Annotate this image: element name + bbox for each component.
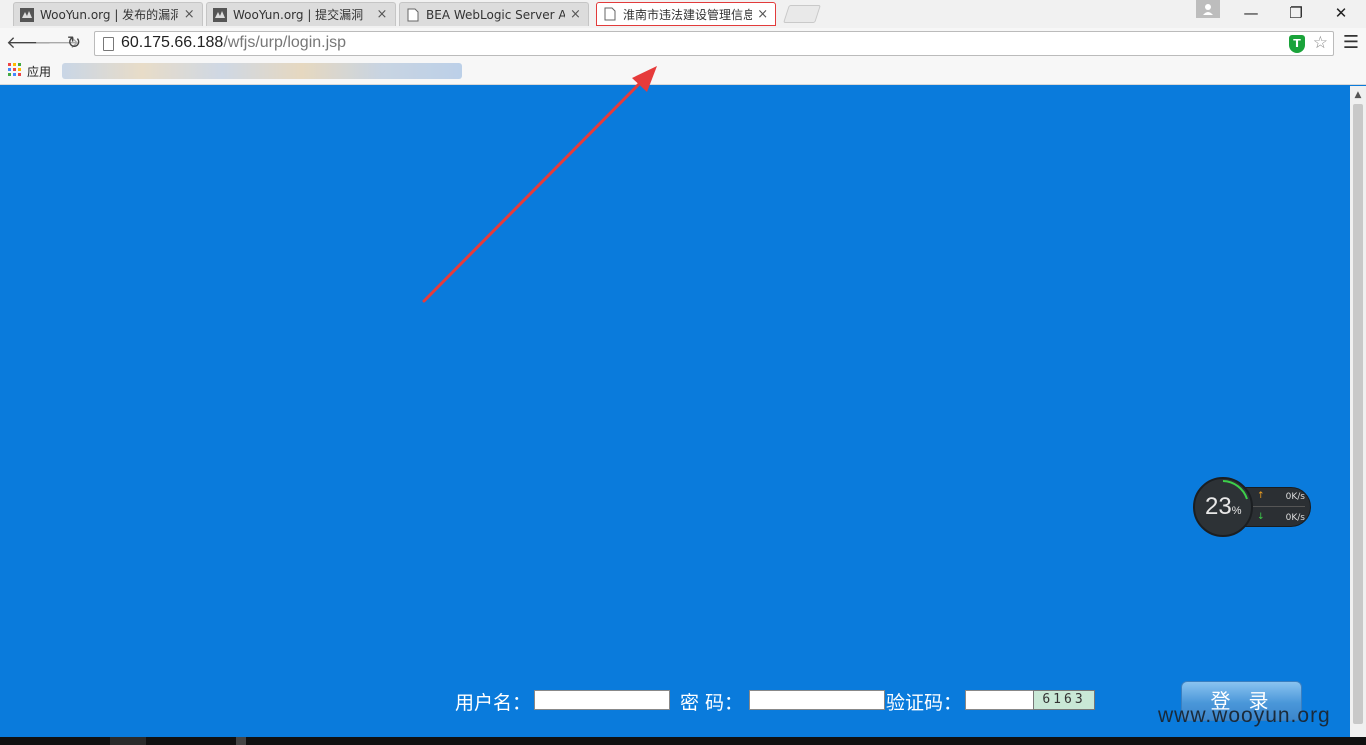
tab-close-icon[interactable]: × [182, 7, 196, 22]
tab-close-icon[interactable]: × [569, 7, 582, 22]
rate-divider [1253, 506, 1305, 507]
download-arrow-icon: ↓ [1257, 512, 1265, 522]
upload-rate: 0K/s [1285, 492, 1305, 502]
tab-huainan-active[interactable]: 淮南市违法建设管理信息系 × [596, 2, 776, 26]
percent-unit: % [1231, 505, 1242, 517]
tab-weblogic[interactable]: BEA WebLogic Server Ad × [399, 2, 589, 26]
tab-wooyun-published[interactable]: WooYun.org | 发布的漏洞 × [13, 2, 203, 26]
close-window-button[interactable]: ✕ [1318, 0, 1364, 26]
blurred-bookmarks [62, 63, 462, 79]
wooyun-favicon-icon [20, 7, 34, 22]
tab-title: 淮南市违法建设管理信息系 [623, 7, 753, 22]
upload-arrow-icon: ↑ [1257, 491, 1265, 501]
captcha-image[interactable]: 6163 [1033, 690, 1095, 710]
watermark-text: www.wooyun.org [1158, 704, 1331, 727]
new-tab-button[interactable] [783, 5, 821, 23]
tab-title: BEA WebLogic Server Ad [426, 7, 565, 22]
extension-shield-icon[interactable]: T [1289, 35, 1305, 53]
username-label: 用户名： [455, 692, 532, 714]
usage-gauge: 23% [1193, 477, 1253, 537]
password-input[interactable] [749, 690, 885, 710]
url-text[interactable]: 60.175.66.188/wfjs/urp/login.jsp [121, 34, 346, 52]
taskbar-item[interactable] [236, 737, 246, 745]
browser-toolbar: 🡐 🡒 ↻ 60.175.66.188/wfjs/urp/login.jsp T… [0, 28, 1366, 58]
tab-title: WooYun.org | 发布的漏洞 [40, 8, 179, 22]
login-page-background [0, 86, 1350, 737]
minimize-button[interactable]: — [1228, 0, 1274, 26]
forward-arrow-icon[interactable]: 🡒 [34, 32, 80, 54]
os-taskbar [0, 737, 1366, 745]
password-label: 密 码： [680, 692, 744, 714]
tab-wooyun-submit[interactable]: WooYun.org | 提交漏洞 × [206, 2, 396, 26]
profile-icon[interactable] [1196, 0, 1220, 18]
captcha-label: 验证码： [886, 692, 963, 714]
wooyun-favicon-icon [213, 7, 227, 22]
page-icon [603, 7, 617, 21]
username-input[interactable] [534, 690, 670, 710]
bookmark-star-icon[interactable]: ☆ [1313, 33, 1328, 53]
vertical-scrollbar[interactable]: ▲ [1350, 86, 1366, 737]
page-info-icon[interactable] [103, 37, 114, 51]
page-icon [406, 8, 420, 22]
taskbar-item[interactable] [110, 737, 146, 745]
scroll-up-arrow-icon[interactable]: ▲ [1350, 88, 1366, 102]
network-monitor-widget[interactable]: ↑ 0K/s ↓ 0K/s 23% [1193, 477, 1311, 537]
tab-title: WooYun.org | 提交漏洞 [233, 8, 364, 22]
download-rate: 0K/s [1285, 513, 1305, 523]
usage-percent: 23 [1205, 493, 1232, 520]
apps-label[interactable]: 应用 [27, 63, 51, 80]
bookmarks-bar: 应用 [0, 58, 1366, 85]
reload-icon[interactable]: ↻ [63, 32, 85, 54]
scrollbar-thumb[interactable] [1353, 104, 1363, 724]
address-bar[interactable]: 60.175.66.188/wfjs/urp/login.jsp T ☆ [94, 31, 1334, 56]
tab-close-icon[interactable]: × [756, 7, 769, 22]
apps-grid-icon[interactable] [8, 63, 21, 76]
url-path: /wfjs/urp/login.jsp [223, 34, 347, 51]
url-host: 60.175.66.188 [121, 34, 224, 51]
tab-close-icon[interactable]: × [375, 7, 389, 22]
restore-button[interactable]: ❐ [1273, 0, 1319, 26]
back-arrow-icon[interactable]: 🡐 [6, 32, 52, 54]
tab-strip: WooYun.org | 发布的漏洞 × WooYun.org | 提交漏洞 ×… [0, 0, 1366, 28]
captcha-input[interactable] [965, 690, 1035, 710]
chrome-menu-icon[interactable]: ☰ [1340, 32, 1362, 54]
